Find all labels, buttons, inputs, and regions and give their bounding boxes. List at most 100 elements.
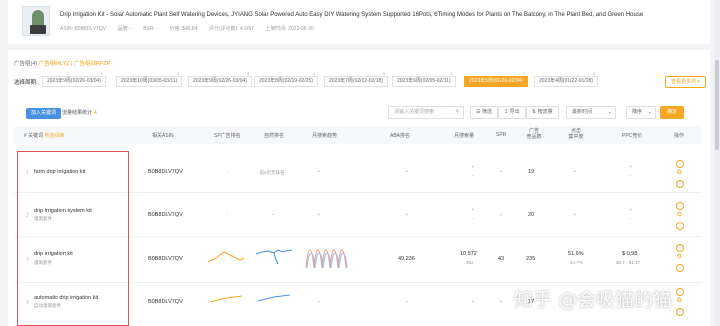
search-volume-cell: 10,572 bbox=[460, 251, 477, 257]
ppc-cell: $ 0.98 bbox=[622, 251, 638, 257]
ad-competitors-cell: 20 bbox=[528, 212, 535, 218]
google-search-icon[interactable]: G bbox=[677, 298, 682, 304]
watermark: 知乎 @会吸猫的猫 bbox=[514, 289, 673, 311]
chevron-down-icon-2: ⌄ bbox=[647, 109, 652, 115]
period-tab-8[interactable]: 2023年4周(01/22-01/28) 8 bbox=[534, 72, 598, 87]
ad-competitors-cell: 19 bbox=[528, 169, 535, 175]
period-tab-1[interactable]: 2023年9周(02/26-03/04) 1 bbox=[42, 72, 106, 87]
page: Drip Irrigation Kit - Solar Automatic Pl… bbox=[0, 0, 720, 326]
period-tab-7-active[interactable]: 2023年5周(01/29-02/04) 7 bbox=[464, 72, 528, 87]
ppc-range: $0.7 - $1.17 bbox=[616, 260, 641, 265]
click-share-sub: 44.7% bbox=[570, 260, 583, 265]
google-search-icon[interactable]: G bbox=[677, 254, 682, 260]
sp-rank-cell: - bbox=[226, 169, 228, 175]
th-actions: 操作 bbox=[674, 133, 685, 139]
search-volume-sub: 382 bbox=[466, 260, 474, 265]
view-detail-icon[interactable] bbox=[676, 288, 684, 296]
aba-rank-cell: - bbox=[406, 299, 408, 305]
meta-bsr: BSR: - bbox=[143, 26, 159, 32]
organic-rank-sparkline bbox=[255, 249, 293, 265]
th-keyword[interactable]: # 关键词 所选词库 bbox=[24, 132, 65, 139]
sp-rank-cell: - bbox=[226, 212, 228, 218]
search-volume-sub: - bbox=[472, 216, 474, 221]
filter-button[interactable]: ☰ 筛选 bbox=[470, 106, 498, 119]
view-detail-icon[interactable] bbox=[676, 160, 684, 168]
meta-price: 价格: $45.84 bbox=[169, 26, 198, 32]
sp-rank-sparkline bbox=[209, 295, 243, 303]
favorite-icon[interactable] bbox=[676, 180, 684, 188]
trend-cell-empty: - bbox=[318, 299, 320, 305]
th-organic-rank[interactable]: 自然排名 bbox=[264, 132, 284, 139]
organic-rank-sparkline bbox=[257, 294, 291, 302]
ad-groups: 广告组(4) 广告组MLYZ | 广告组动RFZP bbox=[14, 59, 110, 67]
spr-cell: - bbox=[500, 169, 502, 175]
period-label: 选择周期: bbox=[14, 80, 38, 86]
spr-cell: - bbox=[500, 299, 502, 305]
date-select[interactable]: 最新时间 ⌄ bbox=[566, 106, 616, 119]
th-search-volume[interactable]: 月搜索量 bbox=[454, 132, 474, 139]
aba-rank-cell: 49,236 bbox=[398, 256, 415, 262]
add-keyword-button[interactable]: 加入关键词 bbox=[26, 108, 62, 119]
th-ppc-bid[interactable]: PPC竞价 bbox=[622, 132, 642, 139]
monthly-trend-sparkline bbox=[305, 249, 348, 269]
th-spr[interactable]: SPR bbox=[496, 132, 506, 138]
scrollbar-thumb[interactable] bbox=[715, 60, 719, 150]
chevron-down-icon: ⌄ bbox=[607, 109, 612, 115]
view-detail-icon[interactable] bbox=[676, 202, 684, 210]
search-volume-sub: - bbox=[472, 173, 474, 178]
period-tab-5[interactable]: 2023年7周(02/12-02/18) 5 bbox=[324, 72, 388, 87]
meta-asin: ASIN: B0B8DLV7QV bbox=[60, 26, 107, 32]
period-tab-3[interactable]: 2023年9周(02/26-03/04) 3 bbox=[188, 72, 252, 87]
ad-groups-list[interactable]: 广告组MLYZ | 广告组动RFZP bbox=[39, 61, 111, 67]
search-volume-cell: - bbox=[472, 299, 474, 305]
scrollbar-track[interactable] bbox=[714, 0, 720, 326]
click-share-cell: - bbox=[574, 169, 576, 175]
th-aba-rank[interactable]: ABA排名 bbox=[390, 132, 410, 139]
th-asin[interactable]: 相关ASIN bbox=[152, 132, 174, 139]
asin-cell[interactable]: B0B8DLV7QV bbox=[148, 299, 183, 305]
more-periods-button[interactable]: 查看更多周 ▾ bbox=[665, 76, 706, 88]
asin-cell[interactable]: B0B8DLV7QV bbox=[148, 212, 183, 218]
keyword-highlight-box bbox=[17, 151, 129, 326]
order-select[interactable]: 降序 ⌄ bbox=[626, 106, 656, 119]
th-ad-competitors[interactable]: 广告 竞品数 bbox=[524, 128, 544, 140]
confirm-button[interactable]: 确定 bbox=[660, 106, 684, 119]
organic-rank-cell: - bbox=[272, 212, 274, 218]
th-click-share[interactable]: 点击 集中度 bbox=[566, 128, 586, 140]
search-volume-cell: - bbox=[472, 164, 474, 170]
plant-graphic bbox=[32, 10, 44, 26]
organic-rank-cell: -前2页无排名 bbox=[258, 170, 285, 175]
product-title[interactable]: Drip Irrigation Kit - Solar Automatic Pl… bbox=[60, 12, 643, 18]
export-button[interactable]: ↧ 导出 bbox=[498, 106, 526, 119]
ad-groups-prefix: 广告组(4) bbox=[14, 61, 38, 67]
period-tab-4[interactable]: 2023年8周(02/19-02/25) 4 bbox=[254, 72, 318, 87]
traffic-stats-link[interactable]: 流量结果统计 4 bbox=[62, 108, 97, 119]
ppc-sub: - bbox=[630, 216, 632, 221]
google-search-icon[interactable]: G bbox=[677, 170, 682, 176]
product-meta: ASIN: B0B8DLV7QV 品牌: - BSR: - 价格: $45.84… bbox=[60, 25, 324, 32]
asin-cell[interactable]: B0B8DLV7QV bbox=[148, 256, 183, 262]
period-tab-2[interactable]: 2023年10周(03/05-03/11) 2 bbox=[116, 72, 183, 87]
view-detail-icon[interactable] bbox=[676, 244, 684, 252]
meta-brand: 品牌: - bbox=[117, 26, 132, 32]
sp-rank-sparkline bbox=[207, 251, 245, 263]
google-search-icon[interactable]: G bbox=[677, 212, 682, 218]
favorite-icon[interactable] bbox=[676, 222, 684, 230]
trend-cell-empty: - bbox=[318, 169, 320, 175]
period-tab-6[interactable]: 2023年6周(02/05-02/11) 6 bbox=[392, 72, 456, 87]
sort-button[interactable]: ⇅ 按流量 bbox=[526, 106, 559, 119]
favorite-icon[interactable] bbox=[676, 308, 684, 316]
asin-cell[interactable]: B0B8DLV7QV bbox=[148, 169, 183, 175]
trend-cell-empty: - bbox=[318, 212, 320, 218]
th-sp-rank[interactable]: SP广告排名 bbox=[214, 132, 241, 139]
aba-rank-cell: - bbox=[406, 212, 408, 218]
ppc-sub: - bbox=[630, 173, 632, 178]
th-search-trend[interactable]: 月搜索趋势 bbox=[312, 132, 337, 139]
sort-icon: ⇅ bbox=[532, 109, 537, 115]
favorite-icon[interactable] bbox=[676, 264, 684, 272]
meta-rating: 评分(评论数): 4.6/67 bbox=[208, 26, 254, 32]
ppc-cell: - bbox=[630, 164, 632, 170]
aba-rank-cell: - bbox=[406, 169, 408, 175]
keyword-search-input[interactable]: 请输入关键词搜索 ⚲ bbox=[388, 106, 464, 119]
click-share-cell: 51.6% bbox=[568, 251, 584, 257]
